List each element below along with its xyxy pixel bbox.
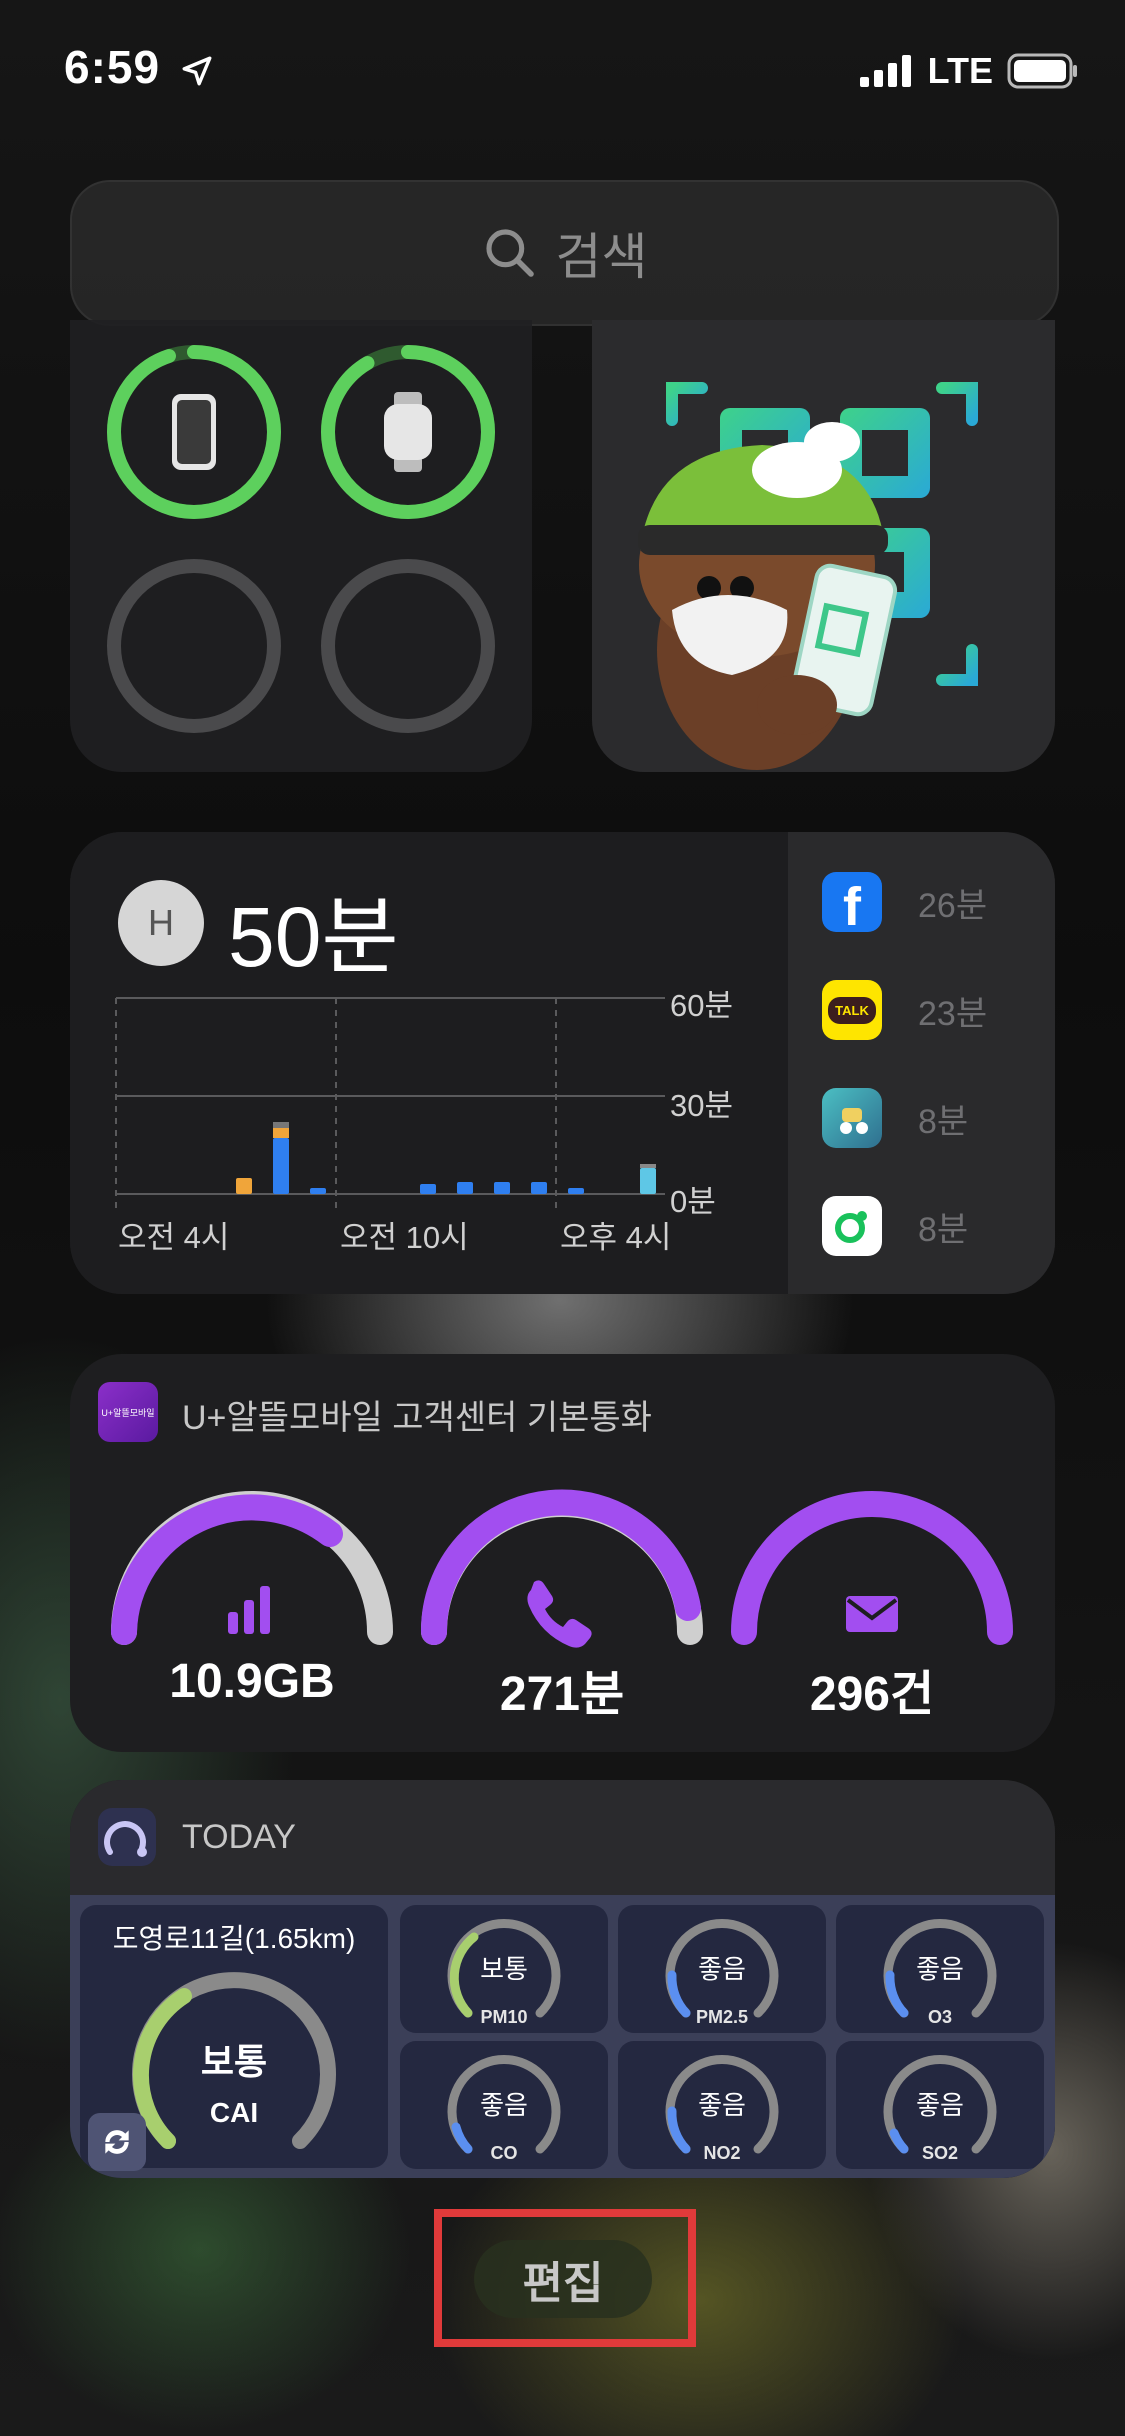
- phone-icon: [527, 1580, 592, 1648]
- battery-widget[interactable]: [70, 320, 532, 772]
- app-usage-kakaotalk[interactable]: TALK 23분: [822, 980, 987, 1040]
- call-remaining: 271분: [499, 1668, 625, 1721]
- air-widget-body: 도영로11길(1.65km) 보통 CAI 보통 PM10 좋음 PM2.5 좋…: [70, 1895, 1055, 2178]
- message-gauge: [731, 1491, 1013, 1645]
- usage-bar: [457, 1182, 473, 1194]
- message-remaining: 296건: [809, 1668, 935, 1721]
- app-usage-naver[interactable]: 8분: [822, 1196, 968, 1256]
- air-widget-header: TODAY: [70, 1780, 1055, 1895]
- y-tick: 60분: [670, 988, 734, 1023]
- usage-bar: [568, 1188, 584, 1194]
- search-icon: [485, 229, 534, 277]
- baemin-icon: [822, 1088, 882, 1148]
- o3-label: O3: [927, 2007, 952, 2027]
- search-placeholder: 검색: [555, 229, 648, 285]
- app-time: 8분: [918, 1102, 969, 1141]
- usage-bar: [310, 1188, 326, 1194]
- no2-label: NO2: [703, 2143, 741, 2163]
- status-indicators: LTE: [859, 50, 1079, 92]
- screen-time-widget[interactable]: H 50분 60분 30분 0분 오전 4시 오전 10시 오후 4시 f 26…: [70, 832, 1055, 1294]
- pm10-status: 보통: [480, 1954, 528, 1984]
- app-usage-baemin[interactable]: 8분: [822, 1088, 968, 1148]
- app-usage-facebook[interactable]: f 26분: [822, 872, 988, 937]
- cellular-signal-icon: [859, 55, 911, 87]
- refresh-icon: [105, 2130, 129, 2154]
- status-time-text: 6:59: [64, 41, 161, 93]
- call-gauge: [420, 1489, 703, 1648]
- data-remaining: 10.9GB: [169, 1655, 335, 1708]
- air-app-logo: [98, 1808, 156, 1866]
- usage-bar: [273, 1128, 289, 1138]
- search-bar[interactable]: 검색: [70, 180, 1059, 326]
- location-arrow-icon: [182, 56, 212, 86]
- kakaotalk-icon: TALK: [822, 980, 882, 1040]
- pm10-label: PM10: [480, 2007, 528, 2027]
- co-label: CO: [490, 2143, 518, 2163]
- qr-character-illustration: [638, 382, 978, 770]
- o3-status: 좋음: [916, 1954, 964, 1984]
- air-cell-no2[interactable]: 좋음 NO2: [618, 2041, 826, 2169]
- kakaotalk-icon-text: TALK: [828, 996, 876, 1024]
- status-time: 6:59: [64, 40, 214, 94]
- total-screen-time: 50분: [228, 890, 399, 984]
- air-quality-widget[interactable]: TODAY 도영로11길(1.65km) 보통 CAI 보통 PM10 좋음 P…: [70, 1780, 1055, 2178]
- x-tick: 오후 4시: [560, 1220, 672, 1255]
- data-gauge: [111, 1491, 393, 1645]
- edit-button[interactable]: 편집: [474, 2240, 652, 2318]
- mobile-usage-widget[interactable]: U+알뜰모바일 U+알뜰모바일 고객센터 기본통화 10.9GB 271분 29…: [70, 1354, 1055, 1752]
- y-tick: 30분: [670, 1088, 734, 1123]
- usage-bar: [273, 1138, 289, 1194]
- phone-battery-ring: [107, 345, 281, 519]
- usage-bar: [640, 1164, 656, 1168]
- app-time: 8분: [918, 1210, 969, 1249]
- co-status: 좋음: [480, 2090, 528, 2120]
- usage-bar: [494, 1182, 510, 1194]
- air-cell-pm25[interactable]: 좋음 PM2.5: [618, 1905, 826, 2033]
- so2-label: SO2: [921, 2143, 959, 2163]
- air-cell-pm10[interactable]: 보통 PM10: [400, 1905, 608, 2033]
- y-tick: 0분: [670, 1184, 716, 1219]
- air-widget-title: TODAY: [182, 1818, 296, 1856]
- iphone-icon: [172, 394, 216, 470]
- pm25-label: PM2.5: [695, 2007, 749, 2027]
- x-tick: 오전 10시: [340, 1220, 469, 1255]
- apple-watch-icon: [384, 392, 432, 472]
- empty-battery-ring: [107, 559, 281, 733]
- usage-bar: [640, 1168, 656, 1194]
- air-cell-co[interactable]: 좋음 CO: [400, 2041, 608, 2169]
- empty-battery-ring: [321, 559, 495, 733]
- cai-status: 보통: [200, 2041, 268, 2082]
- app-time: 26분: [918, 886, 988, 925]
- naver-line-icon: [822, 1196, 882, 1256]
- network-type: LTE: [927, 50, 993, 91]
- air-cell-o3[interactable]: 좋음 O3: [836, 1905, 1044, 2033]
- refresh-button[interactable]: [88, 2113, 146, 2171]
- usage-bar: [273, 1122, 289, 1128]
- usage-bar: [531, 1182, 547, 1194]
- so2-status: 좋음: [916, 2090, 964, 2120]
- signal-bars-icon: [228, 1586, 270, 1634]
- x-tick: 오전 4시: [118, 1220, 230, 1255]
- battery-icon: [1007, 53, 1077, 89]
- mobile-widget-title: U+알뜰모바일 고객센터 기본통화: [182, 1399, 652, 1437]
- qr-checkin-widget[interactable]: [592, 320, 1055, 772]
- app-usage-list: f 26분 TALK 23분 8분 8분: [788, 832, 1055, 1294]
- avatar: H: [118, 880, 204, 966]
- screen-time-summary: H 50분 60분 30분 0분 오전 4시 오전 10시 오후 4시: [70, 832, 788, 1294]
- app-time: 23분: [918, 994, 988, 1033]
- air-cell-so2[interactable]: 좋음 SO2: [836, 2041, 1044, 2169]
- facebook-icon: f: [822, 872, 882, 937]
- no2-status: 좋음: [698, 2090, 746, 2120]
- usage-bar: [420, 1184, 436, 1194]
- pm25-status: 좋음: [698, 1954, 746, 1984]
- uplus-logo: U+알뜰모바일: [98, 1382, 158, 1442]
- envelope-icon: [846, 1596, 898, 1632]
- air-main-cell: 도영로11길(1.65km) 보통 CAI: [80, 1905, 388, 2171]
- watch-battery-ring: [321, 345, 495, 519]
- usage-bar: [236, 1178, 252, 1194]
